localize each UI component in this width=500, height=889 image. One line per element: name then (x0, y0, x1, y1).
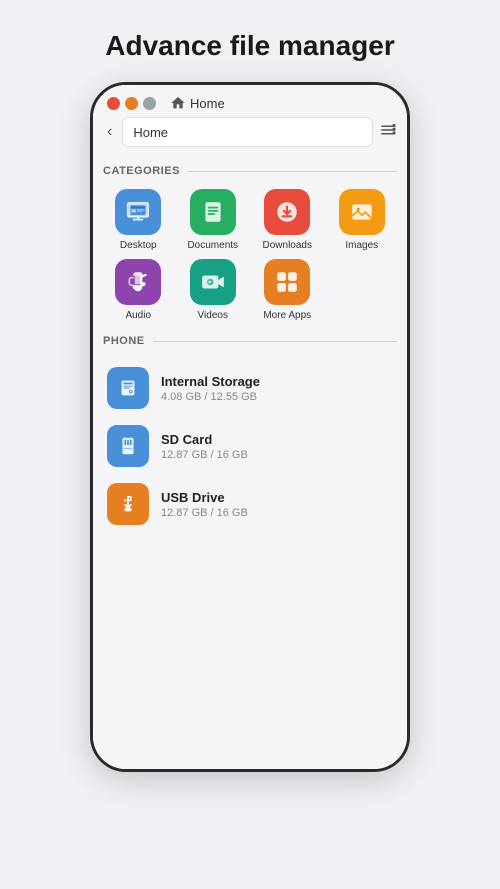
usb-icon (107, 483, 149, 525)
storage-internal[interactable]: Internal Storage 4.08 GB / 12.55 GB (103, 359, 397, 417)
category-moreapps[interactable]: More Apps (252, 259, 323, 321)
category-documents[interactable]: Documents (178, 189, 249, 251)
documents-icon (190, 189, 236, 235)
images-icon (339, 189, 385, 235)
downloads-icon (264, 189, 310, 235)
videos-icon (190, 259, 236, 305)
breadcrumb-input[interactable]: Home (122, 117, 373, 147)
window-title-area: Home (170, 95, 225, 111)
phone-label: PHONE (103, 335, 145, 347)
categories-divider (188, 171, 397, 172)
sdcard-icon (107, 425, 149, 467)
moreapps-label: More Apps (263, 310, 311, 321)
categories-label: CATEGORIES (103, 165, 180, 177)
category-audio[interactable]: Audio (103, 259, 174, 321)
internal-storage-size: 4.08 GB / 12.55 GB (161, 391, 260, 403)
breadcrumb-text: Home (133, 125, 168, 140)
category-desktop[interactable]: Desktop (103, 189, 174, 251)
internal-storage-icon (107, 367, 149, 409)
traffic-light-green[interactable] (143, 97, 156, 110)
documents-label: Documents (187, 240, 238, 251)
phone-frame: Home ‹ Home CATEGORIES (90, 82, 410, 772)
downloads-label: Downloads (263, 240, 312, 251)
traffic-lights (107, 97, 156, 110)
desktop-icon (115, 189, 161, 235)
search-bar: ‹ Home (93, 117, 407, 155)
moreapps-icon (264, 259, 310, 305)
category-downloads[interactable]: Downloads (252, 189, 323, 251)
page-title: Advance file manager (105, 30, 394, 62)
window-title-text: Home (190, 96, 225, 111)
desktop-label: Desktop (120, 240, 157, 251)
storage-sdcard[interactable]: SD Card 12.87 GB / 16 GB (103, 417, 397, 475)
back-button[interactable]: ‹ (103, 121, 116, 143)
title-bar: Home (93, 85, 407, 117)
phone-inner: Home ‹ Home CATEGORIES (93, 85, 407, 769)
sdcard-name: SD Card (161, 432, 248, 447)
sdcard-size: 12.87 GB / 16 GB (161, 449, 248, 461)
usb-size: 12.87 GB / 16 GB (161, 507, 248, 519)
home-icon (170, 95, 186, 111)
videos-label: Videos (198, 310, 228, 321)
phone-header: PHONE (103, 335, 397, 347)
usb-info: USB Drive 12.87 GB / 16 GB (161, 490, 248, 519)
list-view-icon[interactable] (379, 121, 397, 144)
sdcard-info: SD Card 12.87 GB / 16 GB (161, 432, 248, 461)
content-area: CATEGORIES (93, 155, 407, 769)
audio-label: Audio (125, 310, 151, 321)
images-label: Images (345, 240, 378, 251)
internal-storage-name: Internal Storage (161, 374, 260, 389)
traffic-light-yellow[interactable] (125, 97, 138, 110)
phone-divider (153, 341, 397, 342)
category-images[interactable]: Images (327, 189, 398, 251)
categories-header: CATEGORIES (103, 165, 397, 177)
internal-storage-info: Internal Storage 4.08 GB / 12.55 GB (161, 374, 260, 403)
storage-usb[interactable]: USB Drive 12.87 GB / 16 GB (103, 475, 397, 533)
audio-icon (115, 259, 161, 305)
category-videos[interactable]: Videos (178, 259, 249, 321)
traffic-light-red[interactable] (107, 97, 120, 110)
usb-name: USB Drive (161, 490, 248, 505)
category-grid: Desktop Documents (103, 189, 397, 321)
